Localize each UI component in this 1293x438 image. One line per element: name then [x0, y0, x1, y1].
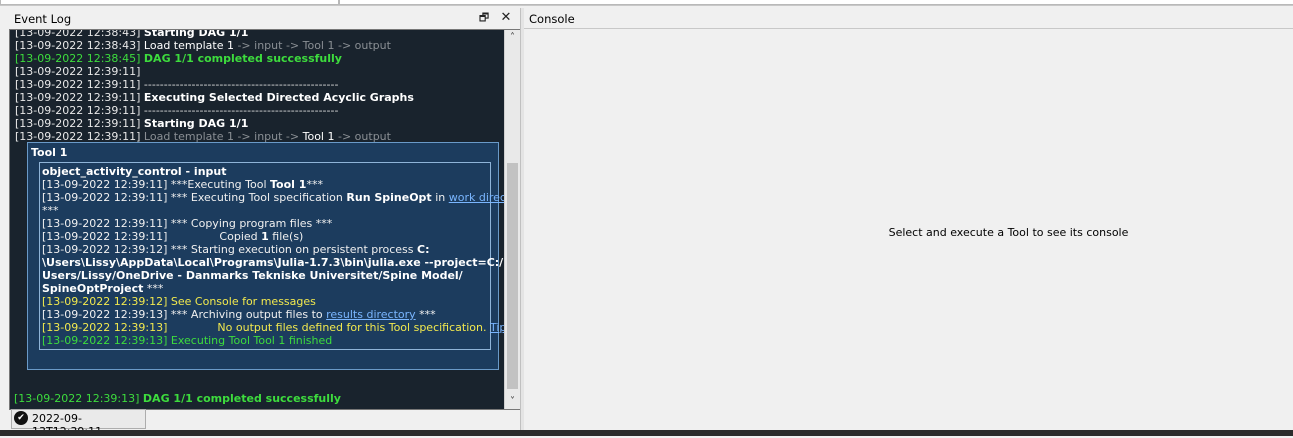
restore-icon[interactable]: 🗗: [477, 11, 491, 25]
log-line: [13-09-2022 12:39:13] DAG 1/1 completed …: [14, 392, 341, 405]
log-line: [13-09-2022 12:38:43] Starting DAG 1/1: [15, 29, 249, 39]
log-line: [13-09-2022 12:39:11] ------------------…: [15, 104, 339, 117]
tool-output-content: object_activity_control - input [13-09-2…: [42, 165, 520, 347]
top-strip-segment: [0, 0, 339, 5]
scroll-down-icon[interactable]: ˅: [505, 394, 520, 409]
log-line: [13-09-2022 12:38:43] Load template 1 ->…: [15, 39, 391, 52]
tool-output-line: [13-09-2022 12:39:11] *** Copying progra…: [42, 217, 333, 230]
console-titlebar: Console: [524, 10, 1293, 29]
top-strip-segment: [339, 0, 1293, 5]
console-placeholder-wrap: Select and execute a Tool to see its con…: [524, 226, 1293, 239]
bottom-border: [0, 430, 1293, 436]
tool-output-line: [13-09-2022 12:39:13] Executing Tool Too…: [42, 334, 333, 347]
execution-status-chip[interactable]: ✔ 2022-09-13T12:39:11: [11, 409, 146, 438]
tool-output-line: Users/Lissy/OneDrive - Danmarks Tekniske…: [42, 269, 463, 282]
event-log-scrollbar[interactable]: ˄ ˅: [504, 30, 520, 409]
tool-output-line: [13-09-2022 12:39:13] *** Archiving outp…: [42, 308, 436, 321]
scrollbar-thumb[interactable]: [507, 163, 518, 389]
tool-output-line: [13-09-2022 12:39:13] No output files def…: [42, 321, 507, 334]
event-log-content: [13-09-2022 12:38:43] Starting DAG 1/1 […: [15, 29, 520, 370]
tool-output-line: [13-09-2022 12:39:12] *** Starting execu…: [42, 243, 430, 256]
top-toolbar-strip: [0, 0, 1293, 6]
event-log-title: Event Log: [14, 12, 72, 26]
console-pane[interactable]: Select and execute a Tool to see its con…: [524, 29, 1293, 429]
log-line: [13-09-2022 12:39:11] Starting DAG 1/1: [15, 117, 249, 130]
results-directory-link[interactable]: results directory: [326, 308, 416, 321]
tool-output-line: SpineOptProject ***: [42, 282, 164, 295]
tool-output-line: [13-09-2022 12:39:11] *** Executing Tool…: [42, 191, 520, 204]
tool-output-line: ***: [42, 204, 59, 217]
scroll-up-icon[interactable]: ˄: [505, 30, 520, 45]
console-placeholder-message: Select and execute a Tool to see its con…: [888, 226, 1129, 239]
log-line: [13-09-2022 12:39:11] Executing Selected…: [15, 91, 414, 104]
check-circle-icon: ✔: [14, 411, 28, 425]
tool-output-line: \Users\Lissy\AppData\Local\Programs\Juli…: [42, 256, 504, 269]
log-line: [13-09-2022 12:38:45] DAG 1/1 completed …: [15, 52, 342, 65]
close-icon[interactable]: ✕: [499, 11, 513, 25]
tool-output-box: object_activity_control - input [13-09-2…: [39, 162, 520, 350]
console-title: Console: [529, 12, 575, 26]
tool-output-line: [13-09-2022 12:39:11] Copied 1 file(s): [42, 230, 304, 243]
log-line: [13-09-2022 12:39:11] ------------------…: [15, 78, 339, 91]
tool-execution-box: Tool 1 object_activity_control - input […: [27, 142, 520, 370]
tool-output-line: [13-09-2022 12:39:11] ***Executing Tool …: [42, 178, 323, 191]
tool-output-line: [13-09-2022 12:39:12] See Console for me…: [42, 295, 316, 308]
tool-box-title: Tool 1: [31, 146, 68, 159]
tool-output-header: object_activity_control - input: [42, 165, 227, 178]
event-log-pane[interactable]: [13-09-2022 12:38:43] Starting DAG 1/1 […: [9, 29, 521, 410]
event-log-titlebar: Event Log 🗗 ✕: [9, 10, 517, 28]
log-line: [13-09-2022 12:39:11]: [15, 65, 141, 78]
